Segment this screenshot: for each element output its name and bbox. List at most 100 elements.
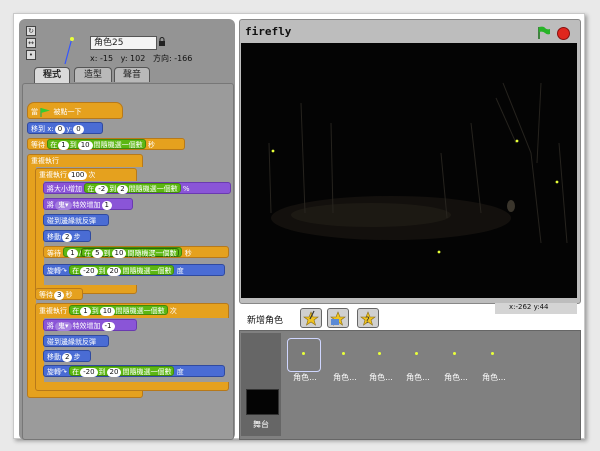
effect-dropdown[interactable]: 鬼▾ <box>55 200 72 210</box>
random-block[interactable]: 在 1 到 10 間隨機選一個數 <box>69 305 168 316</box>
random-sprite-button[interactable]: ? <box>357 308 379 328</box>
random-mid: 到 <box>109 185 117 193</box>
sprite-item-label: 角色... <box>406 373 430 382</box>
firefly-dot <box>271 149 275 153</box>
rotate-style-none-icon[interactable]: • <box>26 50 36 60</box>
wait-block[interactable]: 等待 在 1 到 10 間隨機選一個數 秒 <box>27 138 185 150</box>
effect-mid: 特效增加 <box>72 322 101 330</box>
sprite-item[interactable]: 角色... <box>361 334 397 382</box>
move-steps-input[interactable]: 2 <box>62 352 73 362</box>
effect-label: 將 <box>47 201 54 209</box>
effect-dropdown[interactable]: 鬼▾ <box>55 321 72 331</box>
goto-label: 移到 x: <box>31 125 54 133</box>
firefly-dot <box>437 250 441 254</box>
goto-x-input[interactable]: 0 <box>54 124 66 134</box>
green-flag-button[interactable] <box>537 26 551 39</box>
random-a-input[interactable]: -20 <box>80 367 98 377</box>
tab-scripts[interactable]: 程式 <box>34 67 70 83</box>
wait-label: 等待 <box>39 291 53 299</box>
random-mid: 到 <box>98 368 106 376</box>
random-b-input[interactable]: 2 <box>117 184 128 194</box>
move-block[interactable]: 移動 2 步 <box>43 230 91 242</box>
divide-block[interactable]: 1/在 5 到 10 間隨機選一個數 <box>63 247 183 258</box>
change-effect-block[interactable]: 將鬼▾ 特效增加 1 <box>43 198 133 210</box>
random-a-input[interactable]: 1 <box>80 306 91 316</box>
move-label: 移動 <box>47 353 61 361</box>
random-b-input[interactable]: 10 <box>77 140 93 150</box>
sprite-thumb <box>378 352 381 355</box>
rotate-style-lr-icon[interactable]: ↔ <box>26 38 36 48</box>
sprite-item[interactable]: 角色... <box>436 334 472 382</box>
sprite-item[interactable]: 角色... <box>474 334 510 382</box>
go-to-xy-block[interactable]: 移到 x: 0 y: 0 <box>27 122 103 134</box>
wait-unit: 秒 <box>184 249 192 258</box>
wait-unit: 秒 <box>147 141 155 149</box>
sprite-name-field[interactable]: 角色25 <box>90 36 157 50</box>
stage-thumbnail <box>246 389 279 415</box>
random-a-input[interactable]: 1 <box>58 140 69 150</box>
random-b-input[interactable]: 20 <box>106 266 122 276</box>
rotate-icon: ↷ <box>61 267 67 275</box>
random-block[interactable]: 在 -20 到 20 間隨機選一個數 <box>69 265 175 276</box>
change-effect-block[interactable]: 將鬼▾ 特效增加 -1 <box>43 319 137 331</box>
stop-button[interactable] <box>557 27 570 40</box>
bounce-block[interactable]: 碰到邊緣就反彈 <box>43 335 109 347</box>
turn-block[interactable]: 旋轉↷ 在 -20 到 20 間隨機選一個數 度 <box>43 365 225 377</box>
wait-block[interactable]: 等待 1/在 5 到 10 間隨機選一個數 秒 <box>43 246 229 258</box>
turn-block[interactable]: 旋轉↷ 在 -20 到 20 間隨機選一個數 度 <box>43 264 225 276</box>
repeat-count-input[interactable]: 100 <box>68 170 88 180</box>
folder-star-icon <box>330 311 346 326</box>
random-b-input[interactable]: 10 <box>111 249 127 258</box>
tab-sounds[interactable]: 聲音 <box>114 67 150 82</box>
effect-value-input[interactable]: -1 <box>101 321 115 331</box>
random-block[interactable]: 在 -20 到 20 間隨機選一個數 <box>69 366 175 377</box>
tab-costumes[interactable]: 造型 <box>74 67 112 82</box>
sprite-item-label: 角色... <box>333 373 357 382</box>
lock-icon[interactable] <box>158 37 166 47</box>
paint-new-sprite-button[interactable] <box>300 308 322 328</box>
random-b-input[interactable]: 20 <box>106 367 122 377</box>
sprite-thumbnail <box>64 37 74 65</box>
random-a-input[interactable]: -20 <box>80 266 98 276</box>
green-flag-icon <box>40 107 51 117</box>
random-suffix: 間隨機選一個數 <box>128 185 178 193</box>
sprite-item[interactable]: 角色... <box>285 334 321 382</box>
effect-value-input[interactable]: 1 <box>101 200 112 210</box>
random-b-input[interactable]: 10 <box>99 306 115 316</box>
goto-y-input[interactable]: 0 <box>73 124 84 134</box>
sprite-item[interactable]: 角色... <box>325 334 361 382</box>
random-suffix: 間隨機選一個數 <box>115 307 165 315</box>
move-steps-input[interactable]: 2 <box>62 232 73 242</box>
sprite-item-label: 角色... <box>482 373 506 382</box>
random-suffix: 間隨機選一個數 <box>127 249 177 258</box>
svg-text:?: ? <box>365 316 370 326</box>
script-area[interactable]: 當 被點一下 移到 x: 0 y: 0 等待 在 1 到 10 間隨機選一個數 秒 重複執行 … <box>22 83 234 440</box>
bounce-block[interactable]: 碰到邊緣就反彈 <box>43 214 109 226</box>
sprite-thumb <box>302 352 305 355</box>
turn-unit: 度 <box>176 267 184 275</box>
random-block[interactable]: 在 -2 到 2 間隨機選一個數 <box>84 183 181 194</box>
stage[interactable] <box>241 43 577 298</box>
random-pre: 在 <box>72 368 80 376</box>
random-a-input[interactable]: -2 <box>95 184 109 194</box>
random-a-input[interactable]: 5 <box>92 249 103 258</box>
stage-selector[interactable]: 舞台 <box>241 333 281 436</box>
sprite-item[interactable]: 角色... <box>398 334 434 382</box>
divide-a-input[interactable]: 1 <box>67 249 78 258</box>
rotate-style-all-icon[interactable]: ↻ <box>26 26 36 36</box>
random-mid: 到 <box>98 267 106 275</box>
repeat-label: 重複執行 100 次 <box>39 169 95 181</box>
turn-label: 旋轉 <box>47 368 61 376</box>
wait-block[interactable]: 等待 3 秒 <box>35 288 83 300</box>
choose-sprite-button[interactable] <box>327 308 349 328</box>
random-block[interactable]: 在 1 到 10 間隨機選一個數 <box>47 139 146 150</box>
turn-unit: 度 <box>176 368 184 376</box>
change-size-block[interactable]: 將大小增加 在 -2 到 2 間隨機選一個數 % <box>43 182 231 194</box>
random-pre: 在 <box>72 267 80 275</box>
move-block[interactable]: 移動 2 步 <box>43 350 91 362</box>
firefly-dot <box>555 180 559 184</box>
selection-highlight <box>287 338 321 372</box>
when-flag-clicked-block[interactable]: 當 被點一下 <box>27 102 123 119</box>
wait-secs-input[interactable]: 3 <box>54 290 65 300</box>
random-block[interactable]: 在 5 到 10 間隨機選一個數 <box>81 248 180 258</box>
